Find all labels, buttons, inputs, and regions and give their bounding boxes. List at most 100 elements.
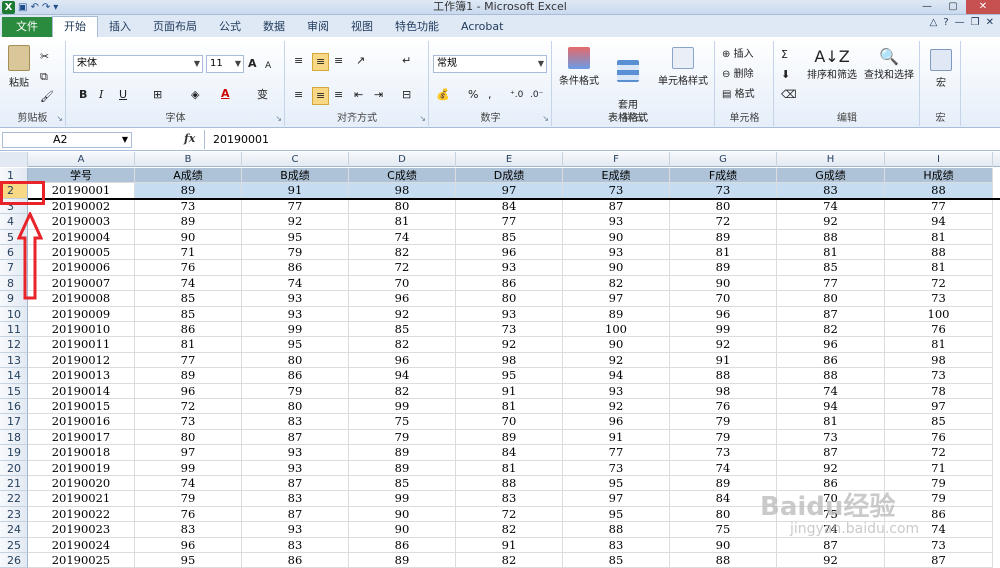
clear-icon[interactable]: ⌫ [781, 87, 797, 103]
table-cell[interactable]: 20190010 [28, 322, 135, 338]
doc-restore-icon[interactable]: ❐ [971, 17, 980, 28]
merge-center-icon[interactable]: ⊟ [402, 87, 411, 103]
table-cell[interactable]: 92 [777, 460, 885, 476]
table-cell[interactable]: 70 [349, 275, 456, 292]
row-header[interactable]: 20 [0, 460, 28, 476]
table-cell[interactable]: 81 [777, 414, 885, 430]
table-cell[interactable]: 70 [456, 414, 563, 430]
table-cell[interactable]: 77 [777, 275, 885, 292]
row-header[interactable]: 21 [0, 476, 28, 492]
maximize-icon[interactable]: ▢ [940, 0, 966, 14]
table-cell[interactable]: 93 [563, 214, 670, 230]
table-cell[interactable]: 82 [563, 275, 670, 292]
column-header-a[interactable]: A [28, 152, 135, 167]
paste-button[interactable]: 粘贴 [4, 45, 34, 89]
grow-font-button[interactable]: A [248, 56, 257, 72]
table-cell[interactable]: 74 [135, 476, 242, 492]
table-cell[interactable]: 95 [135, 553, 242, 568]
format-painter-icon[interactable]: 🖌 [40, 89, 54, 105]
table-cell[interactable]: 85 [563, 553, 670, 568]
table-cell[interactable]: 78 [885, 383, 993, 399]
table-cell[interactable]: 76 [135, 260, 242, 276]
header-cell[interactable]: A成绩 [135, 168, 242, 184]
table-cell[interactable]: 94 [349, 368, 456, 384]
row-header[interactable]: 24 [0, 522, 28, 538]
table-cell[interactable]: 81 [885, 337, 993, 353]
table-cell[interactable]: 20190019 [28, 460, 135, 476]
table-cell[interactable]: 76 [885, 429, 993, 446]
table-cell[interactable]: 20190023 [28, 522, 135, 538]
table-cell[interactable]: 80 [670, 198, 777, 215]
align-left-icon[interactable]: ≡ [294, 87, 303, 103]
table-cell[interactable]: 92 [777, 214, 885, 230]
table-cell[interactable]: 91 [242, 183, 349, 199]
table-cell[interactable]: 72 [885, 275, 993, 292]
table-cell[interactable]: 77 [242, 198, 349, 215]
table-cell[interactable]: 87 [777, 445, 885, 461]
header-cell[interactable]: C成绩 [349, 168, 456, 184]
fill-color-icon[interactable]: ◈ [191, 87, 199, 103]
table-cell[interactable]: 99 [349, 399, 456, 415]
table-cell[interactable]: 95 [242, 337, 349, 353]
table-cell[interactable]: 73 [563, 460, 670, 476]
italic-button[interactable]: I [99, 87, 103, 103]
table-cell[interactable]: 71 [885, 460, 993, 476]
table-cell[interactable]: 89 [135, 183, 242, 199]
table-cell[interactable]: 88 [777, 368, 885, 384]
table-cell[interactable]: 84 [456, 198, 563, 215]
align-middle-icon[interactable]: ≡ [312, 53, 330, 71]
table-cell[interactable]: 87 [777, 306, 885, 322]
column-header-b[interactable]: B [135, 152, 242, 167]
table-cell[interactable]: 93 [456, 260, 563, 276]
table-cell[interactable]: 89 [349, 553, 456, 568]
table-cell[interactable]: 84 [456, 445, 563, 461]
collapse-ribbon-icon[interactable]: △ [930, 17, 938, 28]
table-cell[interactable]: 90 [670, 537, 777, 553]
decrease-indent-icon[interactable]: ⇤ [354, 87, 363, 103]
conditional-format-button[interactable]: 条件格式 [555, 47, 603, 87]
table-cell[interactable]: 82 [349, 383, 456, 399]
table-cell[interactable]: 88 [777, 229, 885, 245]
table-cell[interactable]: 73 [670, 183, 777, 199]
table-cell[interactable]: 76 [670, 399, 777, 415]
row-header[interactable]: 19 [0, 445, 28, 461]
bold-button[interactable]: B [79, 87, 87, 103]
table-cell[interactable]: 83 [777, 183, 885, 199]
tab-data[interactable]: 数据 [252, 17, 296, 37]
table-cell[interactable]: 96 [777, 337, 885, 353]
table-cell[interactable]: 75 [670, 522, 777, 538]
table-cell[interactable]: 81 [349, 214, 456, 230]
table-cell[interactable]: 85 [885, 414, 993, 430]
table-cell[interactable]: 85 [135, 306, 242, 322]
table-cell[interactable]: 73 [456, 322, 563, 338]
doc-minimize-icon[interactable]: — [955, 17, 965, 28]
table-cell[interactable]: 91 [670, 352, 777, 369]
table-cell[interactable]: 20190009 [28, 306, 135, 322]
table-cell[interactable]: 90 [563, 229, 670, 245]
table-cell[interactable]: 94 [885, 214, 993, 230]
table-cell[interactable]: 73 [135, 414, 242, 430]
table-cell[interactable]: 91 [563, 429, 670, 446]
format-cells-button[interactable]: ▤ 格式 [722, 87, 755, 103]
header-cell[interactable]: F成绩 [670, 168, 777, 184]
table-cell[interactable]: 76 [135, 506, 242, 523]
table-cell[interactable]: 93 [563, 383, 670, 399]
table-cell[interactable]: 71 [135, 245, 242, 261]
close-icon[interactable]: ✕ [966, 0, 1000, 14]
table-cell[interactable]: 74 [777, 198, 885, 215]
table-cell[interactable]: 88 [885, 245, 993, 261]
table-cell[interactable]: 77 [885, 198, 993, 215]
table-cell[interactable]: 100 [885, 306, 993, 322]
row-header[interactable]: 25 [0, 537, 28, 553]
column-header-h[interactable]: H [777, 152, 885, 167]
table-cell[interactable]: 90 [670, 275, 777, 292]
table-cell[interactable]: 73 [885, 291, 993, 307]
column-header-g[interactable]: G [670, 152, 777, 167]
table-cell[interactable]: 87 [777, 537, 885, 553]
table-cell[interactable]: 80 [777, 291, 885, 307]
table-cell[interactable]: 79 [242, 383, 349, 399]
help-icon[interactable]: ? [943, 17, 948, 28]
table-cell[interactable]: 81 [670, 245, 777, 261]
table-cell[interactable]: 83 [563, 537, 670, 553]
table-cell[interactable]: 92 [563, 399, 670, 415]
